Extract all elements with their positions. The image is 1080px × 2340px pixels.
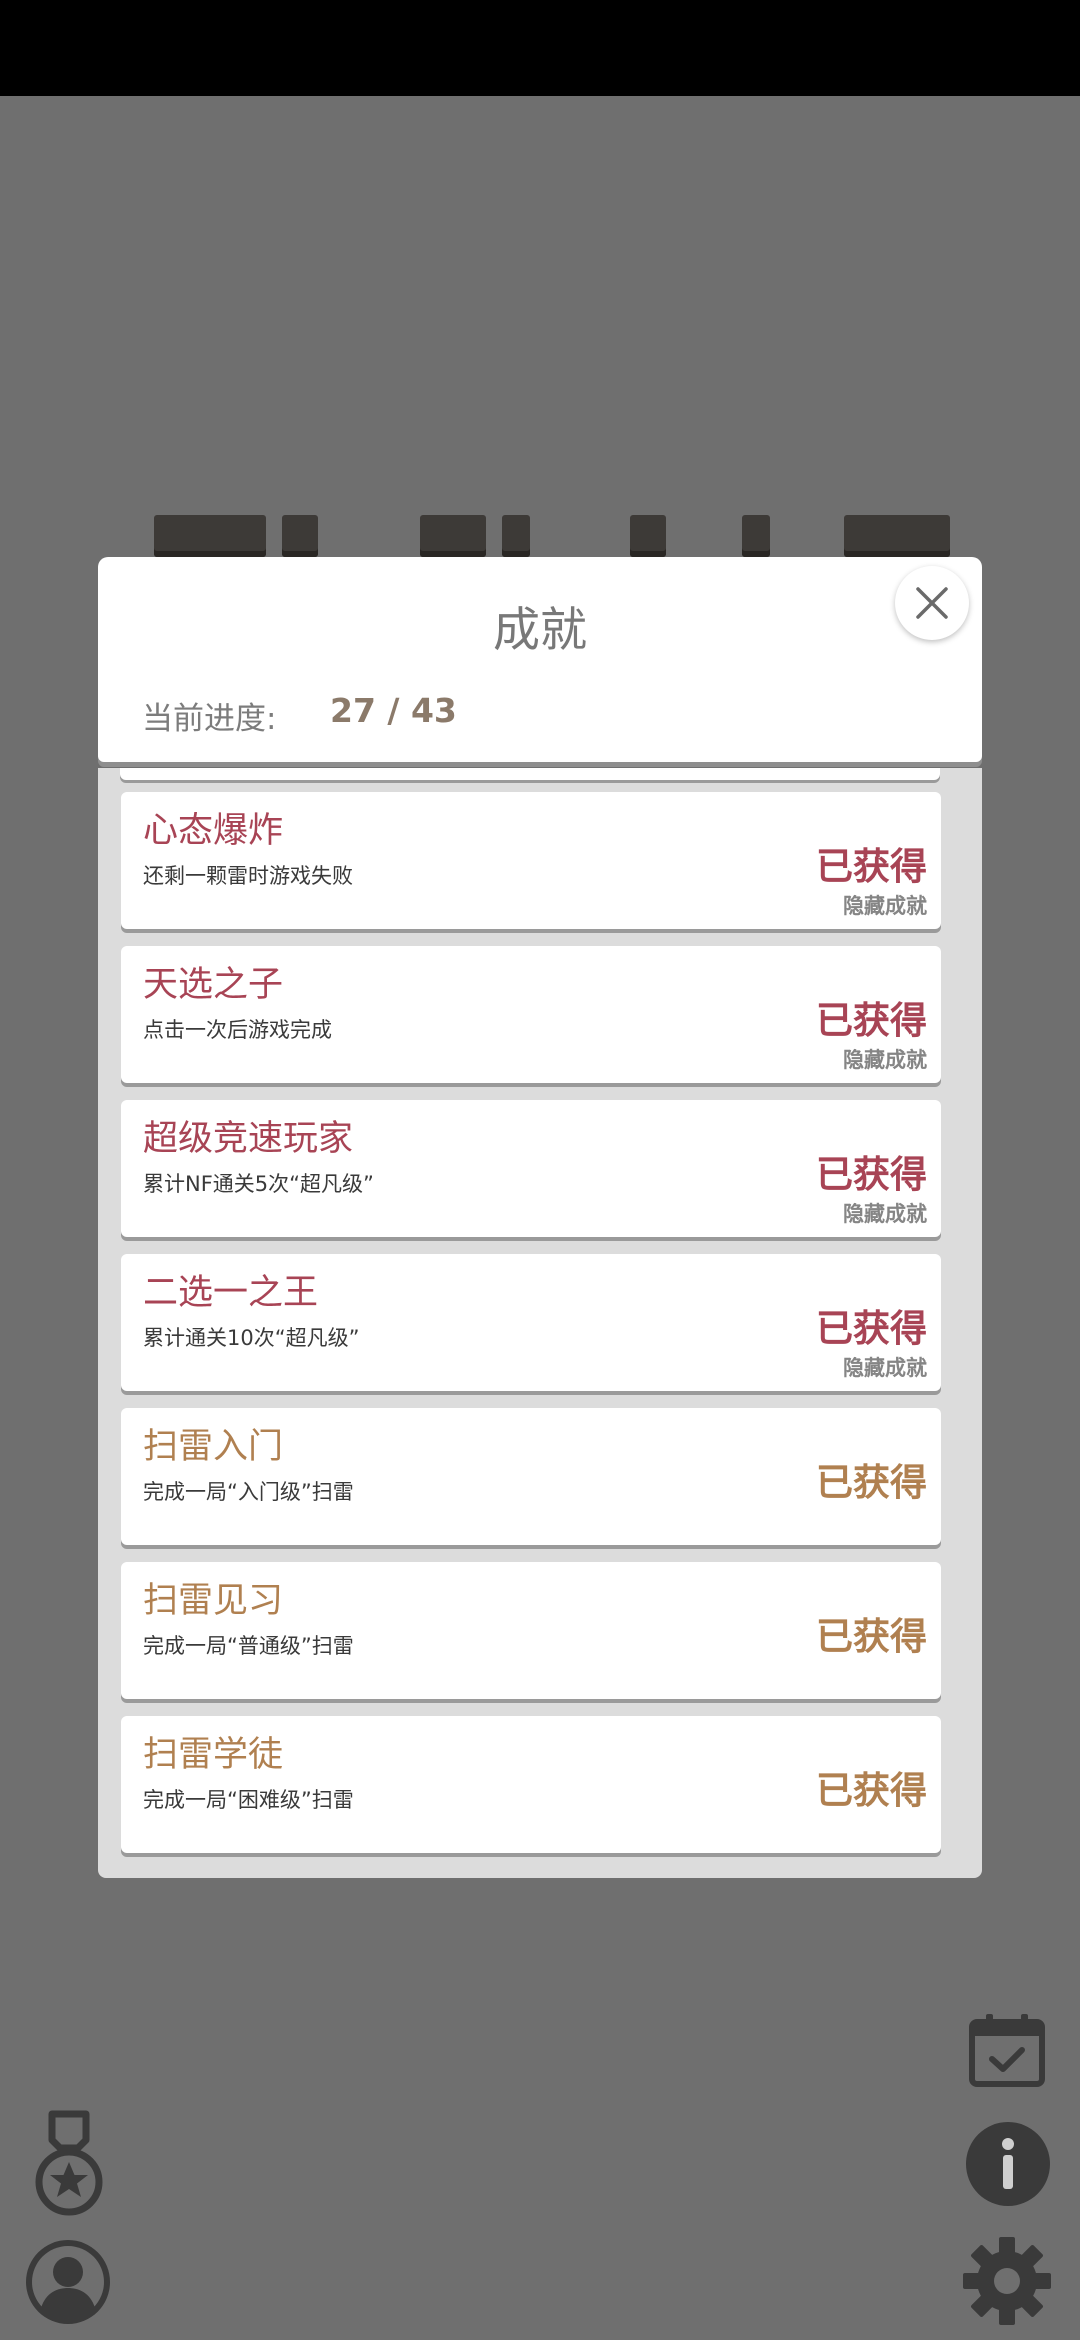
achievement-list[interactable]: 心态爆炸 还剩一颗雷时游戏失败 已获得 隐藏成就 天选之子 点击一次后游戏完成 已获得 隐藏成… [121,792,941,1870]
achievement-status: 已获得 [816,999,927,1042]
medal-icon [35,2110,103,2216]
background-logo [150,515,950,557]
hidden-achievement-tag: 隐藏成就 [843,894,927,918]
previous-card-edge [120,768,940,780]
achievement-description: 点击一次后游戏完成 [143,1018,332,1042]
achievement-name: 超级竞速玩家 [143,1119,354,1159]
achievement-status: 已获得 [816,1461,927,1504]
achievement-description: 累计通关10次“超凡级” [143,1326,360,1350]
info-button[interactable] [966,2122,1050,2206]
achievement-status: 已获得 [816,1153,927,1196]
achievement-description: 完成一局“普通级”扫雷 [143,1634,354,1658]
hidden-achievement-tag: 隐藏成就 [843,1356,927,1380]
achievement-status: 已获得 [816,845,927,888]
progress-label: 当前进度: [142,701,277,737]
progress-value: 27 / 43 [330,691,457,730]
achievement-card[interactable]: 扫雷学徒完成一局“困难级”扫雷 已获得 [121,1716,941,1853]
achievements-modal-header: 成就 当前进度: 27 / 43 [98,557,982,762]
close-icon [916,587,948,619]
achievements-button[interactable] [30,2110,108,2220]
hidden-achievement-tag: 隐藏成就 [843,1202,927,1226]
achievement-status: 已获得 [816,1769,927,1812]
achievement-description: 完成一局“入门级”扫雷 [143,1480,354,1504]
profile-button[interactable] [24,2238,112,2326]
achievement-name: 扫雷学徒 [143,1735,284,1775]
achievement-status: 已获得 [816,1307,927,1350]
achievement-description: 完成一局“困难级”扫雷 [143,1788,354,1812]
hidden-achievement-tag: 隐藏成就 [843,1048,927,1072]
profile-icon [26,2240,110,2324]
achievement-status: 已获得 [816,1615,927,1658]
achievement-description: 累计NF通关5次“超凡级” [143,1172,374,1196]
status-bar [0,0,1080,96]
achievement-card[interactable]: 天选之子点击一次后游戏完成 已获得隐藏成就 [121,946,941,1083]
calendar-check-icon [969,2014,1045,2087]
achievement-name: 扫雷见习 [143,1581,284,1621]
achievement-name: 天选之子 [143,965,284,1005]
achievement-list-panel[interactable]: 心态爆炸 还剩一颗雷时游戏失败 已获得 隐藏成就 天选之子 点击一次后游戏完成 已获得 隐藏成… [98,768,982,1878]
gear-icon [963,2237,1051,2325]
close-button[interactable] [895,566,969,640]
achievement-name: 心态爆炸 [143,811,284,851]
achievement-card[interactable]: 扫雷见习完成一局“普通级”扫雷 已获得 [121,1562,941,1699]
achievement-card[interactable]: 扫雷入门完成一局“入门级”扫雷 已获得 [121,1408,941,1545]
achievement-card[interactable]: 超级竞速玩家累计NF通关5次“超凡级” 已获得隐藏成就 [121,1100,941,1237]
info-icon [966,2122,1050,2206]
achievement-card[interactable]: 心态爆炸还剩一颗雷时游戏失败 已获得隐藏成就 [121,792,941,929]
modal-title: 成就 [493,603,587,658]
achievement-name: 扫雷入门 [143,1427,284,1467]
achievement-card[interactable]: 二选一之王累计通关10次“超凡级” 已获得隐藏成就 [121,1254,941,1391]
achievement-description: 还剩一颗雷时游戏失败 [143,864,353,888]
settings-button[interactable] [962,2236,1052,2326]
daily-challenge-button[interactable] [968,2012,1046,2088]
achievement-name: 二选一之王 [143,1273,319,1313]
